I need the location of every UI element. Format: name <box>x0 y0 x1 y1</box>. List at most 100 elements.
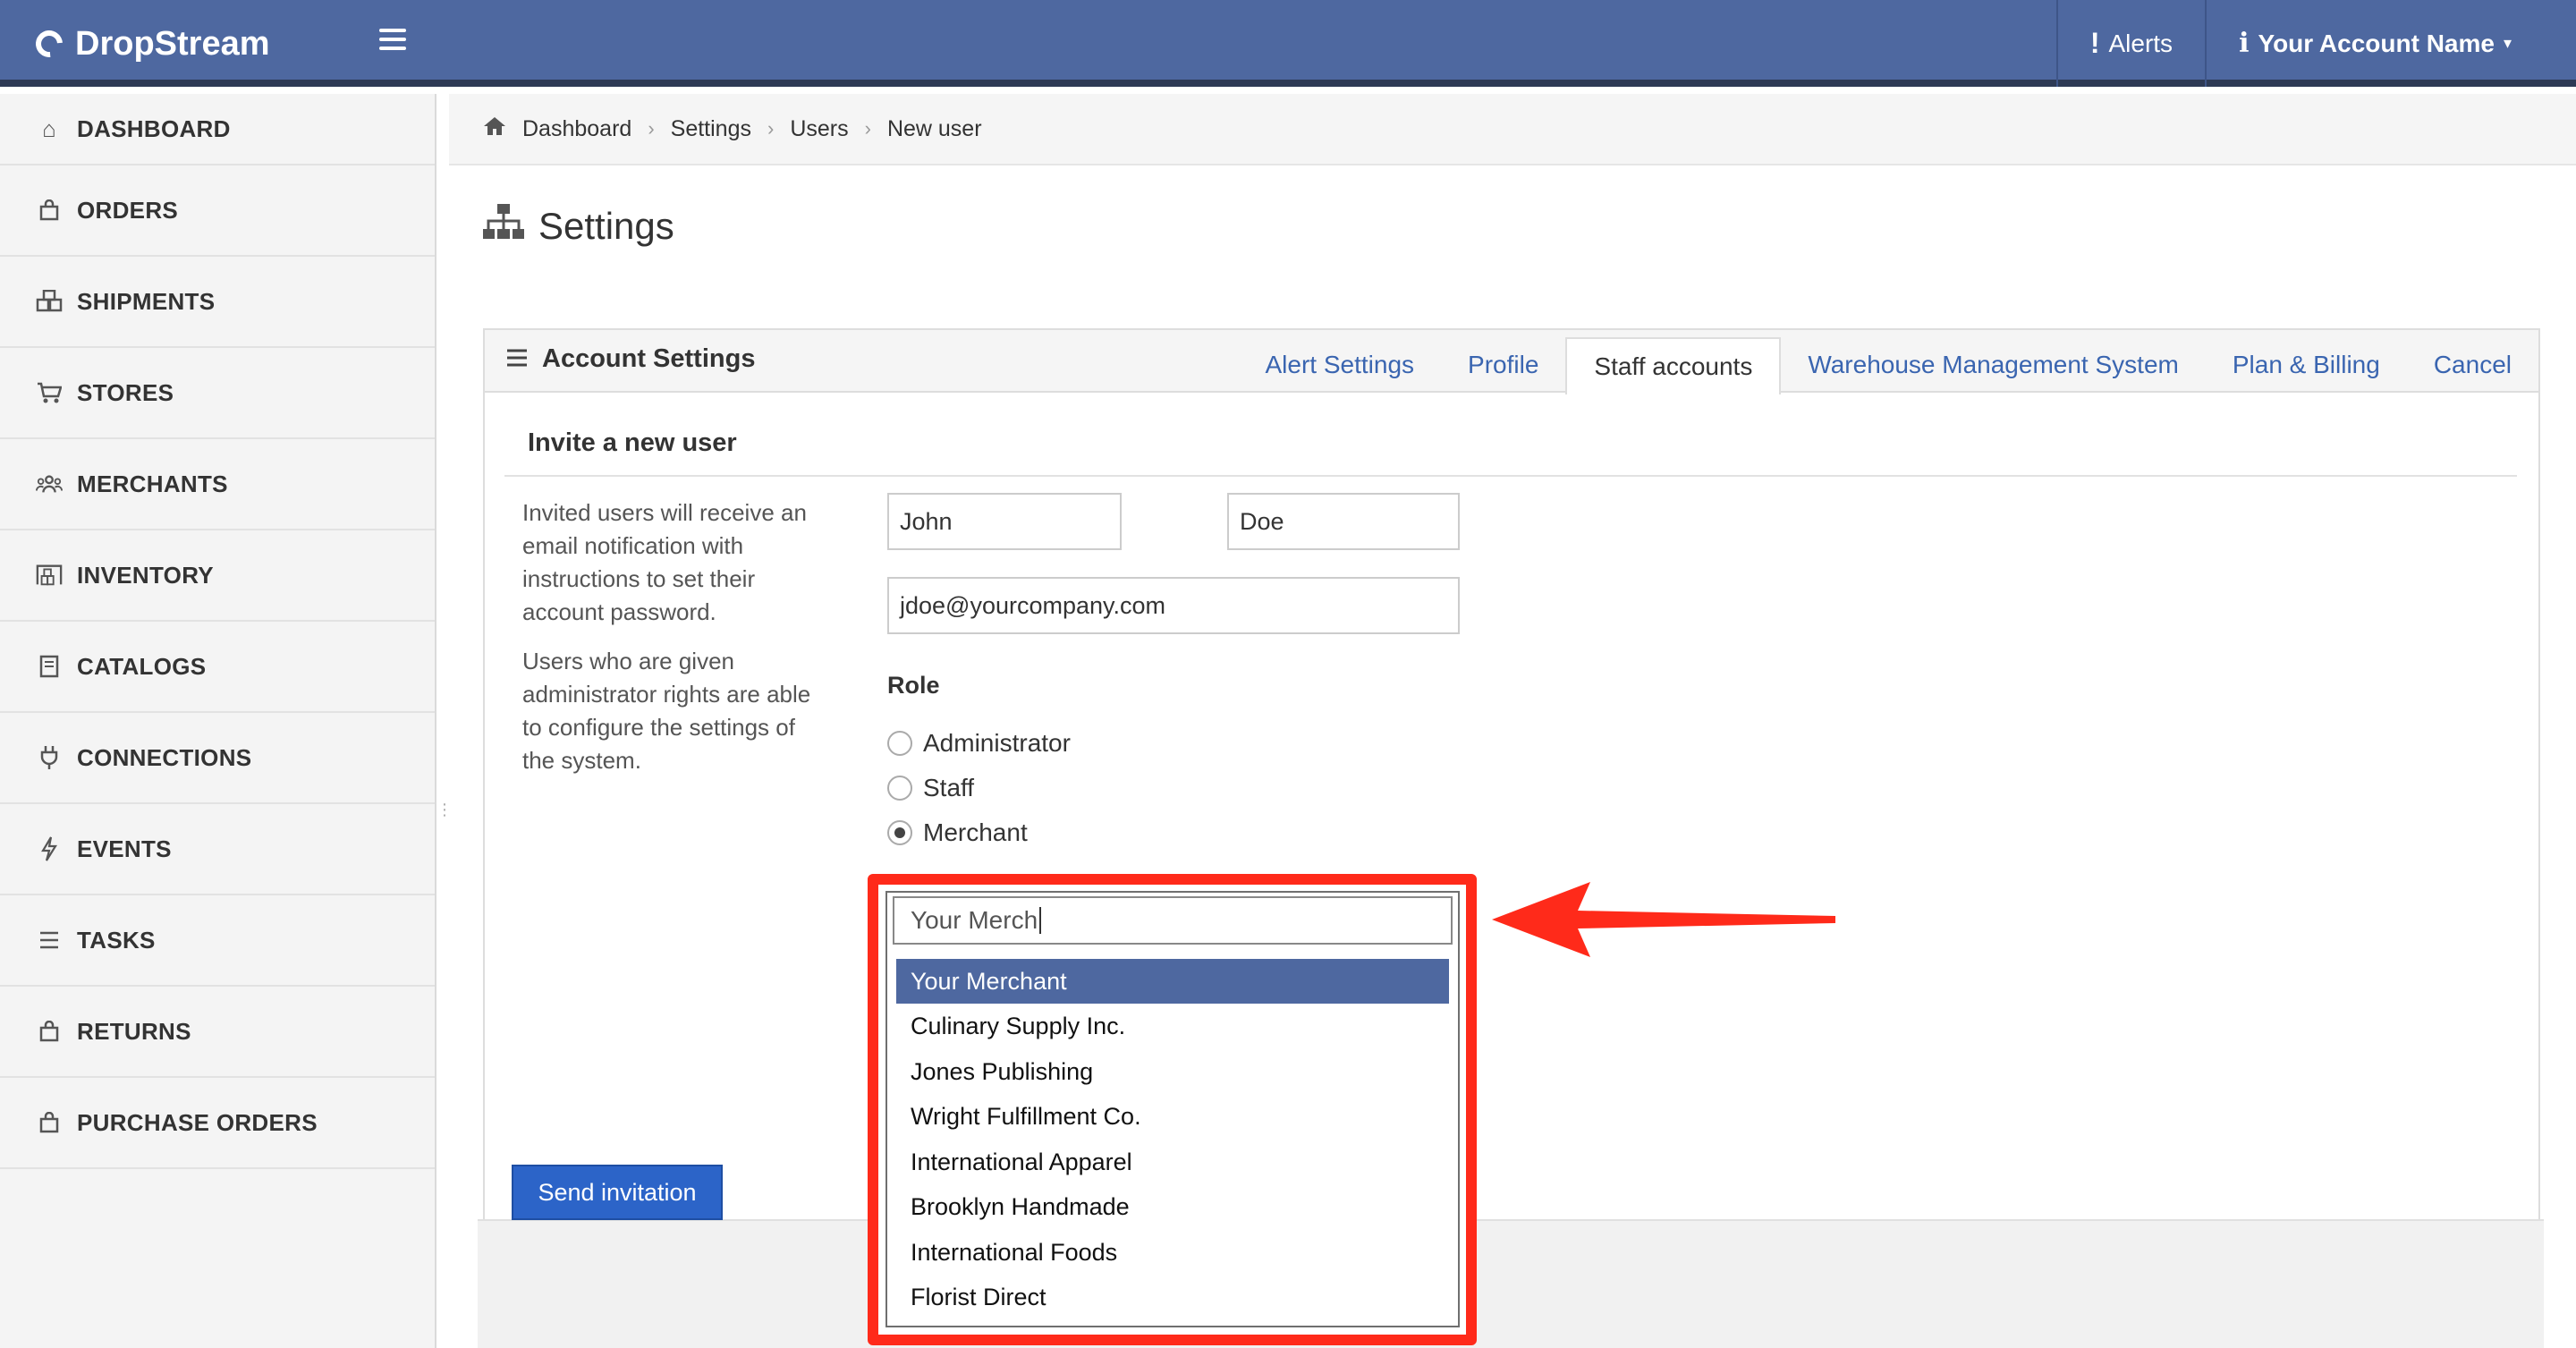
sidebar-item-label: ORDERS <box>77 196 179 224</box>
section-title: Invite a new user <box>528 428 737 457</box>
email-field[interactable]: jdoe@yourcompany.com <box>887 577 1460 634</box>
sidebar-item-label: RETURNS <box>77 1017 191 1045</box>
merchant-option[interactable]: Culinary Supply Inc. <box>896 1004 1449 1048</box>
merchant-option[interactable]: Brooklyn Handmade <box>896 1184 1449 1229</box>
role-option-administrator[interactable]: Administrator <box>887 729 1071 758</box>
text-cursor <box>1039 907 1042 934</box>
chevron-right-icon: › <box>648 117 655 140</box>
sidebar-item-label: EVENTS <box>77 835 172 862</box>
bolt-icon <box>36 835 63 862</box>
role-label: Role <box>887 672 940 699</box>
tab-cancel[interactable]: Cancel <box>2407 337 2538 393</box>
sidebar-item-dashboard[interactable]: ⌂ DASHBOARD <box>0 94 435 165</box>
sidebar-item-label: SHIPMENTS <box>77 287 216 315</box>
sidebar-item-label: CONNECTIONS <box>77 743 252 771</box>
last-name-field[interactable]: Doe <box>1227 493 1460 550</box>
first-name-field[interactable]: John <box>887 493 1122 550</box>
sidebar-item-label: STORES <box>77 378 174 406</box>
breadcrumb-users[interactable]: Users <box>790 116 848 142</box>
list-icon <box>506 344 528 374</box>
settings-tabs: Alert Settings Profile Staff accounts Wa… <box>1239 337 2539 394</box>
page-title-text: Settings <box>538 205 674 247</box>
boxes-icon <box>36 288 63 315</box>
caret-down-icon: ▾ <box>2503 34 2512 52</box>
sidebar-resize-handle[interactable]: ⋮ <box>436 801 453 827</box>
people-icon <box>36 471 63 497</box>
alerts-label: Alerts <box>2108 29 2174 57</box>
sidebar: ⌂ DASHBOARD ORDERS SHIPMENTS STORES MERC… <box>0 94 436 1348</box>
breadcrumb-settings[interactable]: Settings <box>671 116 751 142</box>
account-name: Your Account Name <box>2258 29 2495 57</box>
sidebar-item-orders[interactable]: ORDERS <box>0 165 435 257</box>
plug-icon <box>36 744 63 771</box>
send-invitation-button[interactable]: Send invitation <box>512 1165 723 1220</box>
sidebar-item-merchants[interactable]: MERCHANTS <box>0 439 435 530</box>
merchant-option-your-merchant[interactable]: Your Merchant <box>896 959 1449 1004</box>
bag-icon <box>36 197 63 224</box>
help-paragraph-invite: Invited users will receive an email noti… <box>522 499 807 625</box>
sidebar-item-label: INVENTORY <box>77 561 214 589</box>
breadcrumb-current: New user <box>886 115 982 141</box>
sidebar-item-label: TASKS <box>77 926 156 954</box>
brand[interactable]: DropStream <box>30 21 270 66</box>
tab-plan-billing[interactable]: Plan & Billing <box>2206 337 2407 393</box>
list-icon <box>36 927 63 954</box>
brand-name: DropStream <box>75 24 270 63</box>
sidebar-item-inventory[interactable]: INVENTORY <box>0 530 435 622</box>
alerts-button[interactable]: ! Alerts <box>2055 0 2205 87</box>
main-content: Dashboard › Settings › Users › New user … <box>449 94 2576 1348</box>
merchant-option[interactable]: Jones Publishing <box>896 1049 1449 1094</box>
panel-title: Account Settings <box>506 344 755 374</box>
sidebar-item-returns[interactable]: RETURNS <box>0 987 435 1078</box>
sidebar-item-shipments[interactable]: SHIPMENTS <box>0 257 435 348</box>
panel-header: Account Settings Alert Settings Profile … <box>485 330 2539 394</box>
home-icon <box>483 116 506 142</box>
settings-panel: Account Settings Alert Settings Profile … <box>483 328 2540 1223</box>
merchant-option[interactable]: International Foods <box>896 1230 1449 1275</box>
sitemap-icon <box>481 203 526 250</box>
panel-title-text: Account Settings <box>542 344 756 373</box>
bag-icon <box>36 1018 63 1045</box>
merchant-option[interactable]: Florist Direct <box>896 1275 1449 1319</box>
exclamation-icon: ! <box>2089 27 2100 59</box>
role-option-merchant[interactable]: Merchant <box>887 818 1028 847</box>
radio-button[interactable] <box>887 776 912 801</box>
bag-icon <box>36 1109 63 1136</box>
help-text: Invited users will receive an email noti… <box>522 496 826 793</box>
cart-icon <box>36 379 63 406</box>
radio-label: Administrator <box>923 729 1071 757</box>
sidebar-item-label: PURCHASE ORDERS <box>77 1108 318 1136</box>
merchant-search-input[interactable]: Your Merch <box>893 896 1453 945</box>
top-navbar: DropStream ! Alerts i Your Account Name … <box>0 0 2576 87</box>
merchant-option[interactable]: Wright Fulfillment Co. <box>896 1094 1449 1139</box>
account-menu-button[interactable]: i Your Account Name ▾ <box>2205 0 2576 87</box>
divider <box>504 475 2517 477</box>
breadcrumb-dashboard[interactable]: Dashboard <box>522 116 631 142</box>
sidebar-item-purchase-orders[interactable]: PURCHASE ORDERS <box>0 1078 435 1169</box>
warehouse-icon <box>36 562 63 589</box>
page-title: Settings <box>481 203 674 250</box>
tab-staff-accounts[interactable]: Staff accounts <box>1565 337 1782 394</box>
sidebar-item-stores[interactable]: STORES <box>0 348 435 439</box>
radio-label: Merchant <box>923 818 1028 846</box>
tab-warehouse-management-system[interactable]: Warehouse Management System <box>1781 337 2206 393</box>
merchant-search-query: Your Merch <box>911 906 1038 934</box>
annotation-arrow-icon <box>1492 882 1835 957</box>
menu-toggle-icon[interactable] <box>379 29 406 50</box>
dropstream-logo-icon <box>30 24 69 64</box>
sidebar-item-catalogs[interactable]: CATALOGS <box>0 622 435 713</box>
chevron-right-icon: › <box>864 117 871 140</box>
radio-label: Staff <box>923 774 975 801</box>
tab-profile[interactable]: Profile <box>1441 337 1565 393</box>
merchant-select-dropdown[interactable]: Your Merch Your Merchant Culinary Supply… <box>886 891 1460 1327</box>
merchant-option[interactable]: International Apparel <box>896 1140 1449 1184</box>
radio-button-checked[interactable] <box>887 820 912 845</box>
sidebar-item-events[interactable]: EVENTS <box>0 804 435 895</box>
tab-alert-settings[interactable]: Alert Settings <box>1239 337 1442 393</box>
sidebar-item-connections[interactable]: CONNECTIONS <box>0 713 435 804</box>
sidebar-item-tasks[interactable]: TASKS <box>0 895 435 987</box>
sidebar-item-label: DASHBOARD <box>77 114 231 142</box>
role-option-staff[interactable]: Staff <box>887 774 974 802</box>
sidebar-item-label: MERCHANTS <box>77 470 228 497</box>
radio-button[interactable] <box>887 731 912 756</box>
